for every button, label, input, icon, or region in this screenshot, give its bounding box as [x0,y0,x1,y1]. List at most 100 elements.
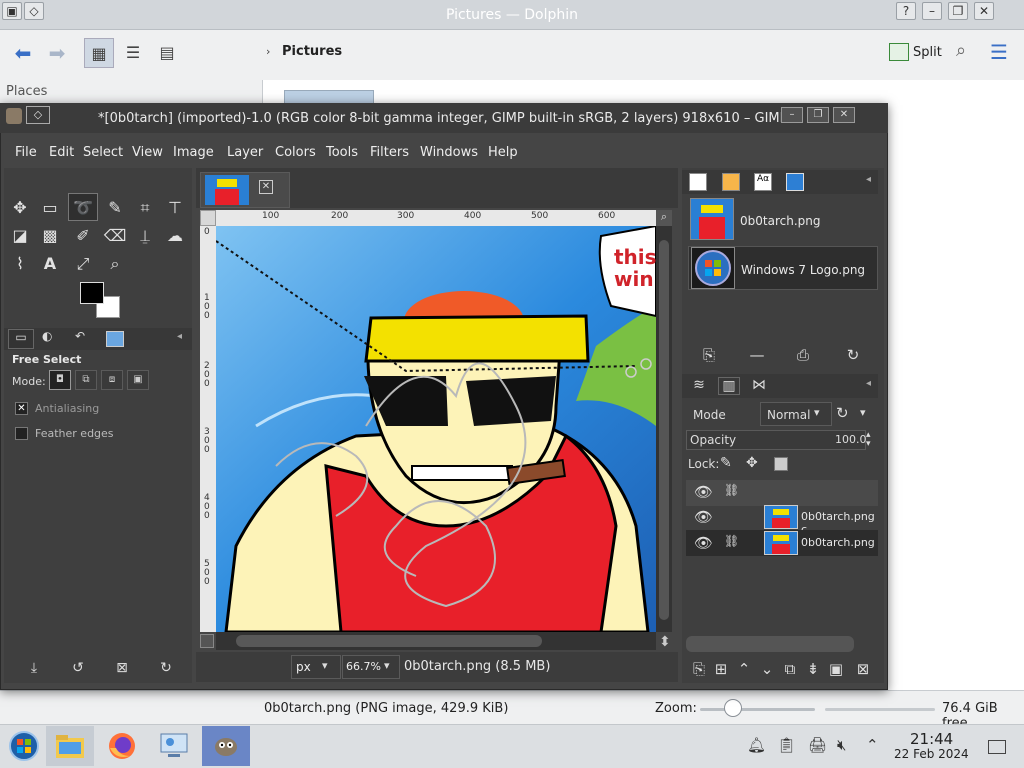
dolphin-maximize-button[interactable]: ❐ [948,2,968,20]
gimp-minimize-button[interactable]: – [781,107,803,123]
vertical-scrollbar-thumb[interactable] [659,240,669,620]
color-picker-tool-icon[interactable]: ⤢ [71,252,95,276]
duplicate-layer-icon[interactable]: ⧉ [779,660,801,678]
taskbar-firefox-icon[interactable] [98,726,146,766]
brushes-tab-icon[interactable] [689,173,707,191]
feather-edges-checkbox[interactable] [15,427,28,440]
bucket-fill-tool-icon[interactable]: ◪ [8,224,32,248]
restore-tool-preset-icon[interactable]: ↺ [66,660,90,680]
smudge-tool-icon[interactable]: ☁ [163,224,187,248]
split-view-icon[interactable] [889,43,909,61]
zoom-dropdown-chevron-icon[interactable]: ▾ [384,659,390,672]
close-image-tab-icon[interactable]: ✕ [259,180,273,194]
gimp-keep-above-button[interactable]: ◇ [26,106,50,124]
image-canvas[interactable]: this win [216,226,656,632]
paths-tab-icon[interactable]: ⋈ [748,377,770,395]
zoom-slider-track[interactable] [700,708,815,711]
menu-colors[interactable]: Colors [275,145,316,160]
clipboard-icon[interactable]: 📋︎ [777,736,796,754]
new-layer-icon[interactable]: ⎘ [688,660,710,678]
menu-windows[interactable]: Windows [420,145,478,160]
crop-tool-icon[interactable]: ⌗ [133,196,157,220]
layer-mode-chevron-icon[interactable]: ▾ [814,406,820,419]
layer-visibility-eye-icon[interactable]: 👁︎ [694,508,713,526]
clock-time[interactable]: 21:44 [910,730,953,748]
tool-options-config-icon[interactable]: ◂ [177,331,182,342]
lock-pixels-icon[interactable]: ✎ [720,455,732,471]
forward-arrow-icon[interactable]: ➡ [42,38,72,68]
tool-options-tab-icon[interactable]: ▭ [8,329,34,349]
dolphin-help-button[interactable]: ? [896,2,916,20]
raise-image-icon[interactable]: ⎘ [698,346,720,364]
mode-subtract-icon[interactable]: ⧈ [101,370,123,390]
menu-view[interactable]: View [132,145,163,160]
dolphin-app-icon[interactable]: ▣ [2,2,22,20]
unit-dropdown-chevron-icon[interactable]: ▾ [322,659,328,672]
image-list-item[interactable]: 0b0tarch.png [688,198,878,242]
opacity-spin-icon[interactable]: ▴ ▾ [866,431,871,449]
mode-intersect-icon[interactable]: ▣ [127,370,149,390]
horizontal-scrollbar-thumb[interactable] [236,635,542,647]
mode-replace-icon[interactable]: ◘ [49,370,71,390]
icons-view-icon[interactable]: ▦ [84,38,114,68]
taskbar-dolphin-icon[interactable] [46,726,94,766]
notifications-bell-icon[interactable]: 🔔︎ [747,736,766,754]
file-thumbnail[interactable] [284,90,374,104]
split-button[interactable]: Split [913,45,942,60]
menu-tools[interactable]: Tools [326,145,358,160]
tray-expand-chevron-icon[interactable]: ⌃ [866,736,879,754]
channels-tab-icon[interactable]: ▥ [718,377,740,395]
hamburger-menu-icon[interactable]: ☰ [990,40,1008,64]
breadcrumb-pictures[interactable]: Pictures [282,44,342,59]
fuzzy-select-tool-icon[interactable]: ✎ [103,196,127,220]
navigate-icon[interactable]: ⬍ [659,634,671,650]
mode-add-icon[interactable]: ⧉ [75,370,97,390]
menu-filters[interactable]: Filters [370,145,409,160]
taskbar-system-settings-icon[interactable] [150,726,198,766]
layers-horizontal-scrollbar[interactable] [686,636,854,652]
gimp-close-button[interactable]: ✕ [833,107,855,123]
start-menu-icon[interactable] [0,726,48,766]
eraser-tool-icon[interactable]: ⌫ [103,224,127,248]
gradient-tool-icon[interactable]: ▩ [38,224,62,248]
layer-visibility-eye-icon[interactable]: 👁︎ [694,534,713,552]
menu-edit[interactable]: Edit [49,145,74,160]
merge-layer-icon[interactable]: ⇟ [802,660,824,678]
details-view-icon[interactable]: ▤ [152,38,182,68]
lock-alpha-icon[interactable] [774,457,788,471]
images-tab-icon[interactable] [106,331,124,347]
foreground-color-front[interactable] [80,282,104,304]
new-layer-group-icon[interactable]: ⊞ [710,660,732,678]
image-tab[interactable]: ✕ [200,172,290,208]
delete-layer-icon[interactable]: ⊠ [852,660,874,678]
gimp-app-icon[interactable] [6,108,22,124]
patterns-tab-icon[interactable] [722,173,740,191]
duplicate-image-icon[interactable]: ⎙ [792,346,814,364]
lower-layer-icon[interactable]: ⌄ [756,660,778,678]
menu-image[interactable]: Image [173,145,214,160]
clock-date[interactable]: 22 Feb 2024 [894,747,969,761]
printer-icon[interactable]: 🖨︎ [808,736,827,754]
zoom-tool-icon[interactable]: ⌕ [103,252,127,276]
volume-muted-icon[interactable]: 🔇︎ [837,736,846,754]
lock-position-icon[interactable]: ✥ [746,455,758,471]
reset-tool-options-icon[interactable]: ↻ [154,660,178,680]
save-tool-preset-icon[interactable]: ⤓ [22,660,46,680]
gimp-maximize-button[interactable]: ❐ [807,107,829,123]
menu-select[interactable]: Select [83,145,123,160]
layer-chain-icon[interactable]: ⛓︎ [724,534,739,548]
menu-file[interactable]: File [15,145,37,160]
layers-dock-config-icon[interactable]: ◂ [866,378,871,389]
compact-view-icon[interactable]: ☰ [118,38,148,68]
layers-tab-icon[interactable]: ≋ [688,377,710,395]
device-status-tab-icon[interactable]: ◐ [42,329,52,343]
quick-mask-corner[interactable] [200,210,216,226]
free-select-tool-icon[interactable]: ➰ [71,196,95,220]
dolphin-minimize-button[interactable]: – [922,2,942,20]
zoom-fit-icon[interactable]: ⌕ [656,210,672,226]
undo-history-tab-icon[interactable]: ↶ [75,329,85,343]
menu-help[interactable]: Help [488,145,518,160]
back-arrow-icon[interactable]: ⬅ [8,38,38,68]
rect-select-tool-icon[interactable]: ▭ [38,196,62,220]
clone-tool-icon[interactable]: ⍊ [133,224,157,248]
